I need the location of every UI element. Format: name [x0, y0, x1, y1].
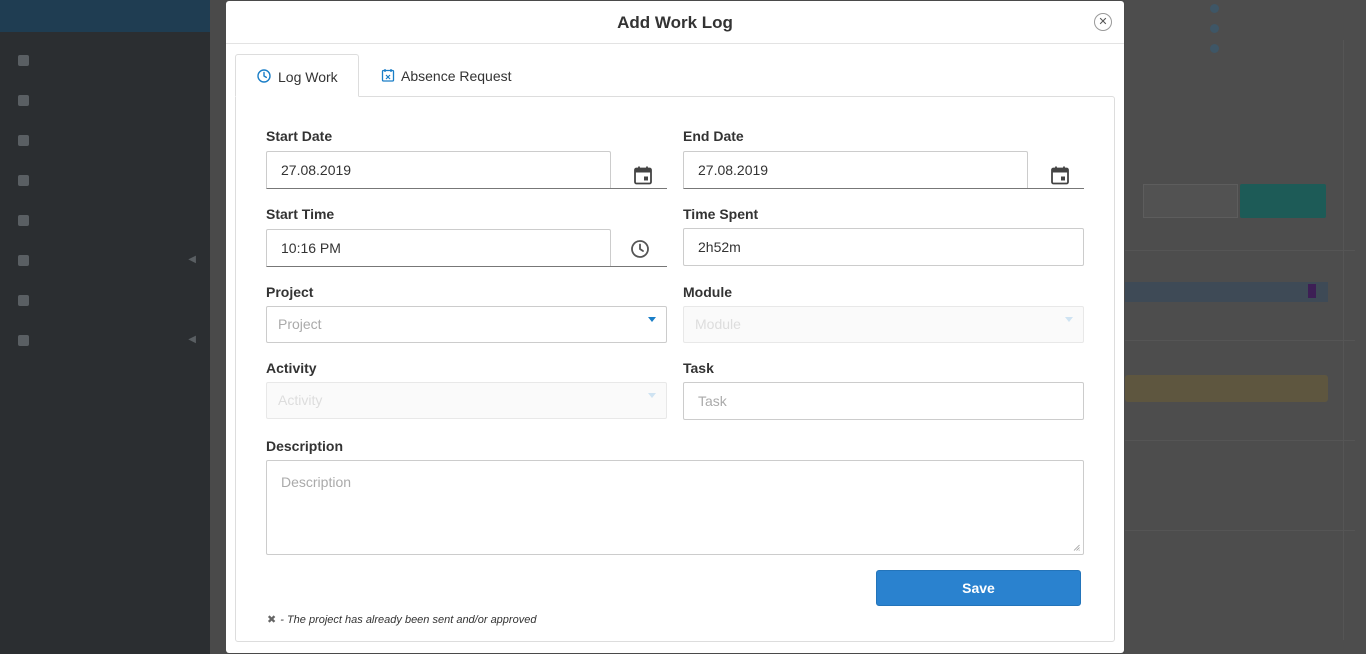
time-spent-value: 2h52m	[698, 239, 741, 255]
chevron-down-icon	[1065, 317, 1073, 322]
activity-select[interactable]: Activity	[266, 382, 667, 419]
end-date-input[interactable]: 27.08.2019	[683, 151, 1028, 189]
project-label: Project	[266, 284, 314, 300]
background-event-marker	[1308, 284, 1316, 298]
background-nav-item: ◀	[0, 240, 210, 280]
background-event	[1125, 282, 1328, 302]
chevron-down-icon	[648, 317, 656, 322]
close-icon[interactable]: ✕	[1094, 13, 1112, 31]
task-label: Task	[683, 360, 714, 376]
tab-absence-request[interactable]: Absence Request	[381, 54, 551, 97]
project-placeholder: Project	[278, 316, 322, 332]
modal-title: Add Work Log	[617, 13, 733, 32]
resize-handle-icon[interactable]	[1073, 544, 1080, 551]
project-select[interactable]: Project	[266, 306, 667, 343]
modal-header: Add Work Log ✕	[226, 1, 1124, 44]
background-nav-item	[0, 200, 210, 240]
background-nav-item	[0, 40, 210, 80]
tab-absence-request-label: Absence Request	[401, 68, 512, 84]
background-dot	[1210, 4, 1219, 13]
background-nav-item	[0, 120, 210, 160]
background-divider	[1125, 250, 1355, 251]
footnote-text: - The project has already been sent and/…	[280, 614, 537, 626]
background-nav: ◀ ◀	[0, 32, 210, 360]
description-label: Description	[266, 438, 344, 454]
background-nav-item	[0, 160, 210, 200]
background-dot	[1210, 44, 1219, 53]
background-brand	[0, 0, 210, 32]
chevron-down-icon	[648, 393, 656, 398]
background-button	[1143, 184, 1238, 218]
start-time-value: 10:16 PM	[281, 240, 341, 256]
background-event	[1125, 375, 1328, 402]
start-time-input[interactable]: 10:16 PM	[266, 229, 611, 267]
task-input[interactable]: Task	[683, 382, 1084, 420]
add-work-log-modal: Add Work Log ✕ Log Work Absence Request …	[226, 1, 1124, 653]
clock-icon	[257, 69, 271, 83]
start-date-label: Start Date	[266, 128, 333, 144]
background-nav-item	[0, 80, 210, 120]
background-nav-item: ◀	[0, 320, 210, 360]
clock-icon[interactable]	[630, 239, 650, 259]
calendar-x-icon	[381, 69, 395, 82]
description-textarea[interactable]: Description	[266, 460, 1084, 555]
background-dot	[1210, 24, 1219, 33]
task-placeholder: Task	[698, 393, 727, 409]
module-select[interactable]: Module	[683, 306, 1084, 343]
background-divider	[1125, 440, 1355, 441]
background-button	[1240, 184, 1326, 218]
end-date-label: End Date	[683, 128, 744, 144]
calendar-icon[interactable]	[1050, 165, 1070, 185]
calendar-icon[interactable]	[633, 165, 653, 185]
background-sidebar: ◀ ◀	[0, 0, 210, 654]
description-placeholder: Description	[281, 474, 352, 490]
start-date-underline	[610, 188, 667, 189]
end-date-underline	[1027, 188, 1084, 189]
x-mark-icon: ✖	[267, 614, 277, 626]
footnote: ✖ - The project has already been sent and…	[267, 613, 536, 626]
save-button[interactable]: Save	[876, 570, 1081, 606]
time-spent-label: Time Spent	[683, 206, 759, 222]
background-nav-item	[0, 280, 210, 320]
module-placeholder: Module	[695, 316, 741, 332]
start-time-underline	[610, 266, 667, 267]
background-right-panel	[1125, 0, 1366, 654]
time-spent-input[interactable]: 2h52m	[683, 228, 1084, 266]
start-date-input[interactable]: 27.08.2019	[266, 151, 611, 189]
tab-log-work-label: Log Work	[278, 69, 338, 85]
activity-label: Activity	[266, 360, 317, 376]
background-divider	[1125, 530, 1355, 531]
module-label: Module	[683, 284, 732, 300]
background-divider	[1125, 340, 1355, 341]
end-date-value: 27.08.2019	[698, 162, 769, 178]
start-date-value: 27.08.2019	[281, 162, 352, 178]
tab-log-work[interactable]: Log Work	[235, 54, 359, 97]
activity-placeholder: Activity	[278, 392, 323, 408]
start-time-label: Start Time	[266, 206, 335, 222]
